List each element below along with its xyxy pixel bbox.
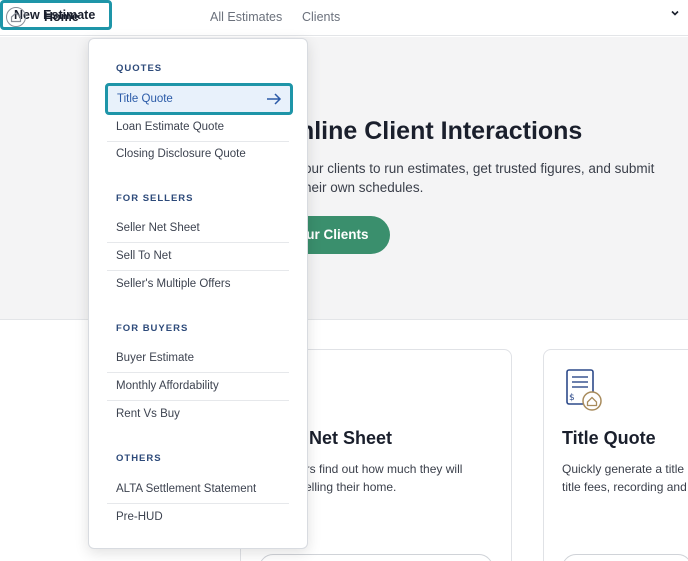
menu-item-sell-to-net[interactable]: Sell To Net <box>107 243 289 271</box>
receipt-house-icon: $ <box>566 369 602 411</box>
card-action-button[interactable] <box>259 554 493 561</box>
card-description: Quickly generate a title title fees, rec… <box>562 460 688 496</box>
card-title: Net Sheet <box>309 428 393 448</box>
menu-item-alta-settlement-statement[interactable]: ALTA Settlement Statement <box>107 476 289 504</box>
menu-item-closing-disclosure-quote[interactable]: Closing Disclosure Quote <box>107 141 289 169</box>
top-navigation: Home New Estimate All Estimates Clients <box>0 0 688 36</box>
hero-description-line: heir own schedules. <box>304 180 424 195</box>
section-label-sellers: FOR SELLERS <box>116 193 194 204</box>
home-logo-icon[interactable] <box>6 7 26 27</box>
hero-description: our clients to run estimates, get truste… <box>304 159 684 197</box>
card-description-line: ers find out how much they will <box>299 462 463 476</box>
nav-all-estimates-link[interactable]: All Estimates <box>210 10 282 24</box>
arrow-right-icon <box>267 93 282 105</box>
menu-item-sellers-multiple-offers[interactable]: Seller's Multiple Offers <box>107 271 289 299</box>
menu-item-title-quote[interactable]: Title Quote <box>105 83 293 115</box>
hero-description-line: our clients to run estimates, get truste… <box>304 161 655 176</box>
section-label-quotes: QUOTES <box>116 63 163 74</box>
new-estimate-dropdown: QUOTES Title Quote Loan Estimate Quote C… <box>88 38 308 549</box>
svg-text:$: $ <box>569 393 575 403</box>
card-description-line: title fees, recording and <box>562 480 687 494</box>
hero-title: mline Client Interactions <box>292 117 583 145</box>
section-label-others: OTHERS <box>116 453 162 464</box>
section-label-buyers: FOR BUYERS <box>116 323 189 334</box>
nav-clients-link[interactable]: Clients <box>302 10 340 24</box>
menu-item-monthly-affordability[interactable]: Monthly Affordability <box>107 373 289 401</box>
title-quote-card[interactable]: $ Title Quote Quickly generate a title t… <box>543 349 688 561</box>
menu-item-pre-hud[interactable]: Pre-HUD <box>107 504 289 532</box>
card-action-button[interactable] <box>562 554 688 561</box>
card-description-line: Quickly generate a title <box>562 462 685 476</box>
card-title: Title Quote <box>562 428 656 448</box>
menu-item-rent-vs-buy[interactable]: Rent Vs Buy <box>107 401 289 429</box>
menu-item-buyer-estimate[interactable]: Buyer Estimate <box>107 345 289 373</box>
menu-item-seller-net-sheet[interactable]: Seller Net Sheet <box>107 215 289 243</box>
card-description: ers find out how much they will selling … <box>299 460 509 496</box>
menu-item-loan-estimate-quote[interactable]: Loan Estimate Quote <box>107 114 289 142</box>
nav-home-link[interactable]: Home <box>44 10 79 24</box>
menu-item-label: Title Quote <box>117 93 173 105</box>
card-description-line: selling their home. <box>299 480 397 494</box>
chevron-down-icon <box>671 10 679 16</box>
